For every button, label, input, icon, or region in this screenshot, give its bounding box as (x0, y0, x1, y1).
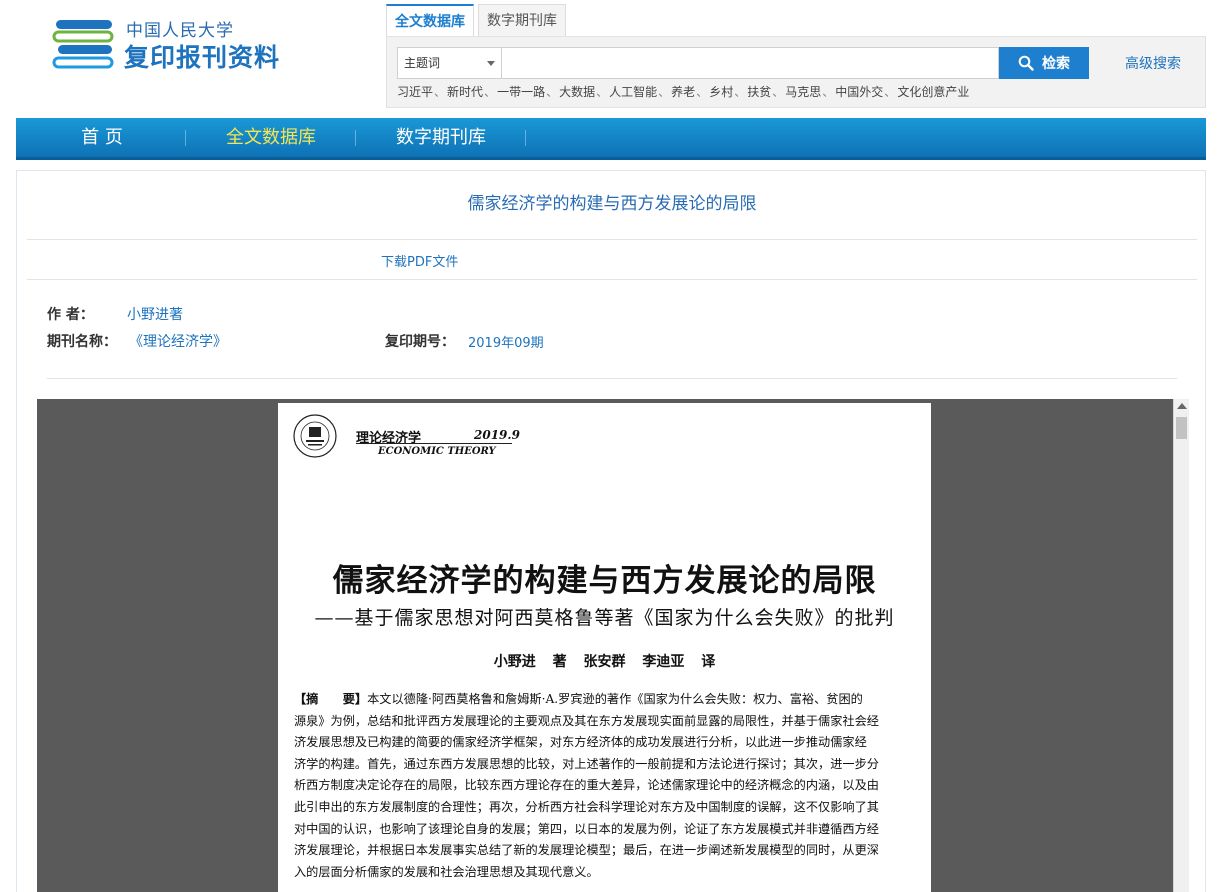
pdf-abstract-line: 【摘 要】本文以德隆·阿西莫格鲁和詹姆斯·A.罗宾逊的著作《国家为什么会失败：权… (294, 689, 915, 711)
pdf-header-rule (356, 443, 512, 444)
hot-word-link[interactable]: 养老 (671, 85, 695, 99)
hot-word-link[interactable]: 中国外交 (835, 85, 883, 99)
pdf-abstract-line: 济发展思想及已构建的简要的儒家经济学框架，对东方经济体的成功发展进行分析，以此进… (294, 732, 915, 754)
pdf-abstract-line: 济发展理论，并根据日本发展事实总结了新的发展理论模型；最后，在进一步阐述新发展模… (294, 840, 915, 862)
pdf-abstract-text: 济发展思想及已构建的简要的儒家经济学框架，对东方经济体的成功发展进行分析，以此进… (294, 735, 867, 750)
search-panel: 全文数据库 数字期刊库 主题词 检索 高级搜索 习近平、新时代、一带一路、大数据… (386, 4, 1206, 108)
search-field-value: 主题词 (404, 56, 441, 70)
institution-seal-icon (293, 414, 337, 458)
hot-word-link[interactable]: 文化创意产业 (897, 85, 969, 99)
main-nav: 首 页 全文数据库 数字期刊库 (16, 118, 1206, 160)
scroll-thumb[interactable] (1176, 417, 1187, 439)
hot-word-separator: 、 (696, 85, 709, 99)
pdf-abstract-line: 济学的构建。首先，通过东西方发展思想的比较，对上述著作的一般前提和方法论进行探讨… (294, 754, 915, 776)
hot-word-separator: 、 (772, 85, 785, 99)
hot-word-link[interactable]: 习近平 (397, 85, 433, 99)
pdf-abstract-line: 源泉》为例，总结和批评西方发展理论的主要观点及其在东方发展现实面前显露的局限性，… (294, 711, 915, 733)
pdf-subtitle: ——基于儒家思想对阿西莫格鲁等著《国家为什么会失败》的批判 (314, 607, 895, 629)
hot-word-link[interactable]: 扶贫 (747, 85, 771, 99)
hot-word-separator: 、 (734, 85, 747, 99)
book-stack-logo-icon (52, 20, 114, 69)
scroll-up-icon[interactable] (1177, 403, 1187, 409)
issue-label: 复印期号： (385, 334, 455, 350)
search-body: 主题词 检索 高级搜索 习近平、新时代、一带一路、大数据、人工智能、养老、乡村、… (386, 36, 1206, 108)
pdf-issue: 2019.9 (474, 428, 520, 442)
search-tab-journals[interactable]: 数字期刊库 (478, 4, 566, 36)
search-button[interactable]: 检索 (999, 47, 1089, 79)
pdf-page: 理论经济学 2019.9 ECONOMIC THEORY 儒家经济学的构建与西方… (278, 403, 931, 892)
download-pdf-link[interactable]: 下载PDF文件 (381, 251, 458, 270)
divider (27, 279, 1197, 280)
hot-word-link[interactable]: 马克思 (785, 85, 821, 99)
nav-separator (525, 130, 526, 146)
issue-link[interactable]: 2019年09期 (468, 332, 544, 351)
pdf-abstract-text: 本文以德隆·阿西莫格鲁和詹姆斯·A.罗宾逊的著作《国家为什么会失败：权力、富裕、… (367, 692, 863, 706)
hot-word-separator: 、 (658, 85, 671, 99)
hot-word-separator: 、 (546, 85, 559, 99)
pdf-viewer[interactable]: 理论经济学 2019.9 ECONOMIC THEORY 儒家经济学的构建与西方… (37, 399, 1189, 892)
pdf-journal-english: ECONOMIC THEORY (378, 446, 496, 457)
search-button-label: 检索 (1042, 56, 1070, 72)
hot-word-link[interactable]: 乡村 (709, 85, 733, 99)
pdf-title: 儒家经济学的构建与西方发展论的局限 (332, 563, 877, 599)
journal-link[interactable]: 《理论经济学》 (129, 331, 227, 351)
search-tab-fulltext[interactable]: 全文数据库 (386, 4, 474, 36)
author-label: 作 者： (47, 307, 94, 323)
article-title: 儒家经济学的构建与西方发展论的局限 (467, 194, 757, 214)
viewer-scrollbar[interactable] (1173, 399, 1189, 892)
search-field-select[interactable]: 主题词 (397, 47, 501, 79)
author-link[interactable]: 小野进著 (127, 304, 183, 324)
hot-word-separator: 、 (596, 85, 609, 99)
chevron-down-icon (487, 61, 495, 66)
pdf-abstract-line: 析西方制度决定论存在的局限，比较东西方理论存在的重大差异，论述儒家理论中的经济概… (294, 775, 915, 797)
pdf-abstract-line: 入的层面分析儒家的发展和社会治理思想及其现代意义。 (294, 862, 915, 884)
hot-word-link[interactable]: 一带一路 (497, 85, 545, 99)
pdf-abstract: 【摘 要】本文以德隆·阿西莫格鲁和詹姆斯·A.罗宾逊的著作《国家为什么会失败：权… (294, 689, 915, 883)
article-panel: 儒家经济学的构建与西方发展论的局限 下载PDF文件 作 者： 小野进著 期刊名称… (16, 170, 1206, 892)
nav-fulltext-database[interactable]: 全文数据库 (206, 118, 336, 157)
hot-word-separator: 、 (822, 85, 835, 99)
divider (27, 239, 1197, 240)
hot-word-link[interactable]: 人工智能 (609, 85, 657, 99)
search-input[interactable] (501, 47, 999, 79)
pdf-abstract-line: 此引申出的东方发展制度的合理性；再次，分析西方社会科学理论对东方及中国制度的误解… (294, 797, 915, 819)
logo-site-name: 复印报刊资料 (124, 43, 281, 72)
site-logo[interactable]: 中国人民大学 复印报刊资料 (52, 14, 292, 74)
pdf-abstract-text: 源泉》为例，总结和批评西方发展理论的主要观点及其在东方发展现实面前显露的局限性，… (294, 713, 879, 728)
journal-label: 期刊名称： (47, 334, 117, 350)
pdf-abstract-text: 此引申出的东方发展制度的合理性；再次，分析西方社会科学理论对东方及中国制度的误解… (294, 799, 879, 814)
pdf-abstract-text: 济发展理论，并根据日本发展事实总结了新的发展理论模型；最后，在进一步阐述新发展模… (294, 843, 879, 858)
pdf-abstract-label: 【摘 要】 (294, 692, 368, 706)
pdf-abstract-text: 析西方制度决定论存在的局限，比较东西方理论存在的重大差异，论述儒家理论中的经济概… (294, 778, 879, 793)
hot-words-list: 习近平、新时代、一带一路、大数据、人工智能、养老、乡村、扶贫、马克思、中国外交、… (397, 83, 969, 100)
pdf-abstract-text: 入的层面分析儒家的发展和社会治理思想及其现代意义。 (294, 864, 599, 879)
nav-digital-journals[interactable]: 数字期刊库 (376, 118, 506, 157)
search-tabs: 全文数据库 数字期刊库 (386, 4, 570, 36)
hot-word-separator: 、 (884, 85, 897, 99)
hot-word-separator: 、 (434, 85, 447, 99)
pdf-authors: 小野进 著 张安群 李迪亚 译 (493, 654, 716, 670)
nav-separator (185, 130, 186, 146)
divider (47, 378, 1177, 379)
search-icon (1018, 55, 1034, 71)
pdf-abstract-text: 对中国的认识，也影响了该理论自身的发展；第四，以日本的发展为例，论证了东方发展模… (294, 821, 879, 836)
nav-separator (355, 130, 356, 146)
nav-home[interactable]: 首 页 (40, 118, 164, 157)
hot-word-separator: 、 (484, 85, 497, 99)
advanced-search-link[interactable]: 高级搜索 (1125, 53, 1181, 73)
hot-word-link[interactable]: 新时代 (447, 85, 483, 99)
pdf-abstract-line: 对中国的认识，也影响了该理论自身的发展；第四，以日本的发展为例，论证了东方发展模… (294, 819, 915, 841)
pdf-abstract-text: 济学的构建。首先，通过东西方发展思想的比较，对上述著作的一般前提和方法论进行探讨… (294, 756, 879, 771)
hot-word-link[interactable]: 大数据 (559, 85, 595, 99)
